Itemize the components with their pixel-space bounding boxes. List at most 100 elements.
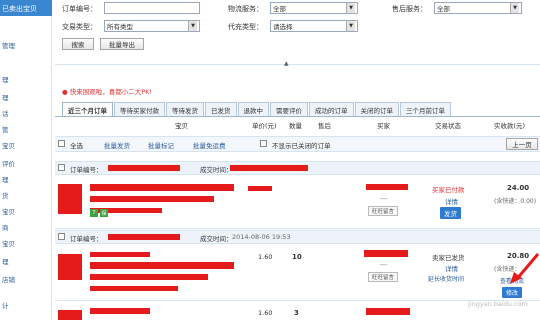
tab-refunding[interactable]: 退款中 <box>237 102 269 116</box>
sidebar-item[interactable]: 宝贝 <box>2 206 15 216</box>
redacted-buyer-name <box>366 308 410 315</box>
sidebar-item[interactable]: 管理 <box>2 40 15 50</box>
order-no-label: 订单编号： <box>70 166 103 174</box>
redacted-product-title <box>90 184 234 191</box>
batch-mark-link[interactable]: 批量标记 <box>148 140 174 150</box>
order-time-value: 2014-08-06 19:53 <box>232 233 291 241</box>
col-status: 交易状态 <box>435 122 461 130</box>
order-time-label: 成交时间： <box>200 166 233 174</box>
trade-type-label: 交易类型： <box>62 23 97 31</box>
sidebar-item[interactable]: 话 <box>2 108 9 118</box>
batch-free-shipping-link[interactable]: 批量免运费 <box>193 140 226 150</box>
redacted-product-image <box>58 310 82 320</box>
quantity: 10 <box>292 253 302 261</box>
sidebar-item[interactable]: 店铺 <box>2 274 15 284</box>
order-tabs: 近三个月订单 等待买家付款 等待发货 已发货 退款中 需要评价 成功的订单 关闭… <box>62 102 452 116</box>
wangwang-button[interactable]: 旺旺留言 <box>368 206 398 216</box>
sidebar-item[interactable]: 理 <box>2 74 9 84</box>
tab-awaiting-payment[interactable]: 等待买家付款 <box>114 102 165 116</box>
order-status: 买家已付款 <box>432 186 465 194</box>
logistics-select[interactable]: 全部 ▼ <box>270 2 358 14</box>
tab-closed[interactable]: 关闭的订单 <box>354 102 399 116</box>
tab-successful[interactable]: 成功的订单 <box>309 102 354 116</box>
col-aftersale: 售后 <box>318 122 331 130</box>
select-all-label: 全选 <box>70 142 83 150</box>
cod-value: 请选择 <box>273 23 293 31</box>
aftersale-select[interactable]: 全部 ▼ <box>434 2 522 14</box>
tab-older[interactable]: 三个月前订单 <box>400 102 451 116</box>
order-detail-link[interactable]: 详情 <box>445 263 458 273</box>
collapse-arrow-icon[interactable]: ▲ <box>284 60 289 67</box>
redacted-buyer-name <box>366 184 408 190</box>
order-status: 卖家已发货 <box>432 254 465 262</box>
sidebar-item[interactable]: 理 <box>2 92 9 102</box>
wangwang-button[interactable]: 旺旺留言 <box>368 272 398 282</box>
sidebar-item[interactable]: 评价 <box>2 158 15 168</box>
redacted-product-image <box>58 184 82 214</box>
sidebar-item[interactable]: 宝贝 <box>2 140 15 150</box>
redacted-product-title <box>90 196 214 202</box>
tab-need-review[interactable]: 需要评价 <box>270 102 308 116</box>
redacted-product-title <box>90 252 150 257</box>
order-time-label: 成交时间： <box>200 235 233 243</box>
order-no-label: 订单编号： <box>62 5 97 13</box>
col-quantity: 数量 <box>289 122 302 130</box>
redacted-order-no <box>108 234 180 240</box>
redacted-product-title <box>90 308 150 314</box>
search-button[interactable]: 搜索 <box>62 38 94 50</box>
promo-notice[interactable]: ● 快来围观啦，喜都小二大PK! <box>62 86 152 96</box>
order-amount: 24.00 <box>507 184 530 192</box>
unit-price: 1.60 <box>258 253 273 261</box>
sidebar-item[interactable]: 管 <box>2 124 9 134</box>
col-item: 宝贝 <box>175 122 188 130</box>
cod-select[interactable]: 请选择 ▼ <box>270 20 358 32</box>
sidebar-item[interactable]: 计 <box>2 300 9 310</box>
shipping-note: (含快递：0.00) <box>494 198 537 205</box>
quantity: 3 <box>294 309 299 317</box>
annotation-arrow-icon <box>510 253 540 284</box>
chevron-down-icon: ▼ <box>188 21 197 31</box>
chevron-down-icon: ▼ <box>346 3 355 13</box>
sidebar-item[interactable]: 货 <box>2 190 9 200</box>
tab-shipped[interactable]: 已发货 <box>205 102 237 116</box>
redacted-product-sku <box>90 286 178 291</box>
sidebar-current-item[interactable]: 已卖出宝贝 <box>0 0 52 16</box>
ship-button[interactable]: 发货 <box>440 207 461 219</box>
redacted-product-image <box>58 254 82 280</box>
logistics-value: 全部 <box>273 5 286 13</box>
chevron-down-icon: ▼ <box>510 3 519 13</box>
sidebar-item[interactable]: 理 <box>2 174 9 184</box>
hide-closed-checkbox[interactable] <box>260 140 267 147</box>
unit-price: 1.60 <box>258 309 273 317</box>
select-all-checkbox[interactable] <box>58 140 65 147</box>
trade-type-value: 所有类型 <box>107 23 133 31</box>
wangwang-label: 旺旺留言 <box>371 209 394 215</box>
redacted-order-time <box>230 165 308 171</box>
order-no-input[interactable] <box>104 2 200 14</box>
col-unit-price: 单价(元) <box>252 122 277 130</box>
modify-button[interactable]: 修改 <box>502 287 523 298</box>
sidebar-item[interactable]: 宝贝 <box>2 238 15 248</box>
tab-awaiting-shipment[interactable]: 等待发货 <box>166 102 204 116</box>
prev-page-label: 上一页 <box>512 141 532 149</box>
sidebar-item[interactable]: 商 <box>2 222 9 232</box>
sidebar-item[interactable]: 理 <box>2 256 9 266</box>
order-checkbox[interactable] <box>58 164 65 171</box>
redacted-buyer-name <box>364 250 408 257</box>
order-detail-link[interactable]: 详情 <box>445 196 458 206</box>
cod-label: 代充类型： <box>228 23 263 31</box>
redacted-order-no <box>108 165 180 171</box>
wangwang-label: 旺旺留言 <box>371 275 394 281</box>
redacted-unit-price <box>248 186 272 191</box>
export-button[interactable]: 批量导出 <box>100 38 144 50</box>
tab-recent-3-months[interactable]: 近三个月订单 <box>62 102 113 116</box>
trade-type-select[interactable]: 所有类型 ▼ <box>104 20 200 32</box>
aftersale-value: 全部 <box>437 5 450 13</box>
batch-ship-link[interactable]: 批量发货 <box>104 140 130 150</box>
extend-receipt-link[interactable]: 延长收货时间 <box>428 274 464 283</box>
order-checkbox[interactable] <box>58 233 65 240</box>
prev-page-button[interactable]: 上一页 <box>506 138 538 150</box>
col-buyer: 买家 <box>377 122 390 130</box>
col-amount: 实收款(元) <box>494 122 526 130</box>
aftersale-label: 售后服务： <box>392 5 427 13</box>
